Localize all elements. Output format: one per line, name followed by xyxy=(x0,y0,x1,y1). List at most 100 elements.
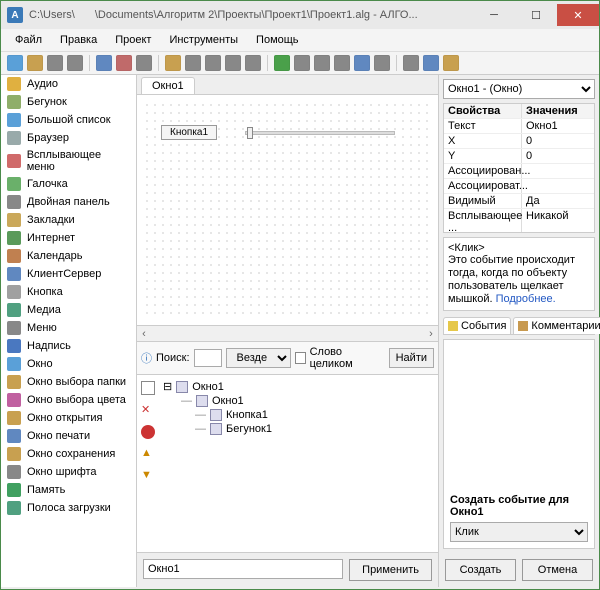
desc-link[interactable]: Подробнее. xyxy=(496,293,556,305)
scroll-left-icon[interactable]: ‹ xyxy=(137,328,151,340)
info-icon[interactable]: ⓘ xyxy=(141,350,152,366)
toolbox-Окно[interactable]: Окно xyxy=(1,355,136,373)
toolbox-Полоса загрузки[interactable]: Полоса загрузки xyxy=(1,499,136,517)
toolbar-btn-12[interactable] xyxy=(274,55,290,71)
search-strip: ⓘ Поиск: Везде Слово целиком Найти xyxy=(137,341,438,375)
tree-node[interactable]: —Окно1 xyxy=(181,394,434,408)
toolbar-btn-16[interactable] xyxy=(354,55,370,71)
toolbox-Окно сохранения[interactable]: Окно сохранения xyxy=(1,445,136,463)
search-input[interactable] xyxy=(194,349,222,367)
toolbox-Окно открытия[interactable]: Окно открытия xyxy=(1,409,136,427)
toolbox-Окно выбора папки[interactable]: Окно выбора папки xyxy=(1,373,136,391)
toolbar-btn-19[interactable] xyxy=(423,55,439,71)
toolbar-btn-9[interactable] xyxy=(205,55,221,71)
prop-row[interactable]: ВидимыйДа xyxy=(444,194,594,209)
tree-node[interactable]: —Бегунок1 xyxy=(195,422,434,436)
toolbox-Меню[interactable]: Меню xyxy=(1,319,136,337)
toolbox-Интернет[interactable]: Интернет xyxy=(1,229,136,247)
toolbar-btn-14[interactable] xyxy=(314,55,330,71)
prop-row[interactable]: X0 xyxy=(444,134,594,149)
toolbox-КлиентСервер[interactable]: КлиентСервер xyxy=(1,265,136,283)
toolbox-Окно выбора цвета[interactable]: Окно выбора цвета xyxy=(1,391,136,409)
menu-Помощь[interactable]: Помощь xyxy=(248,32,307,48)
toolbox-Большой список[interactable]: Большой список xyxy=(1,111,136,129)
design-canvas[interactable]: Кнопка1 xyxy=(137,95,438,325)
find-button[interactable]: Найти xyxy=(389,348,434,368)
tool-select-icon[interactable] xyxy=(141,381,155,395)
toolbox-Окно шрифта[interactable]: Окно шрифта xyxy=(1,463,136,481)
tool-down-icon[interactable]: ▼ xyxy=(141,469,155,483)
tool-record-icon[interactable] xyxy=(141,425,155,439)
object-tree[interactable]: ⊟Окно1 —Окно1—Кнопка1—Бегунок1 xyxy=(159,375,438,552)
toolbar-btn-4[interactable] xyxy=(96,55,112,71)
apply-button[interactable]: Применить xyxy=(349,559,432,581)
toolbar-btn-5[interactable] xyxy=(116,55,132,71)
search-scope[interactable]: Везде xyxy=(226,348,291,368)
prop-row[interactable]: Ассоциироват... xyxy=(444,179,594,194)
canvas-slider1[interactable] xyxy=(245,125,395,141)
toolbar-btn-8[interactable] xyxy=(185,55,201,71)
toolbox[interactable]: АудиоБегунокБольшой списокБраузерВсплыва… xyxy=(1,75,137,587)
tab-events[interactable]: События xyxy=(443,317,511,334)
whole-word-checkbox[interactable] xyxy=(295,352,306,364)
prop-row[interactable]: ТекстОкно1 xyxy=(444,119,594,134)
toolbar-btn-13[interactable] xyxy=(294,55,310,71)
tab-window1[interactable]: Окно1 xyxy=(141,77,195,94)
toolbox-icon xyxy=(7,411,21,425)
toolbox-Галочка[interactable]: Галочка xyxy=(1,175,136,193)
cancel-button[interactable]: Отмена xyxy=(522,559,593,581)
event-combo[interactable]: Клик xyxy=(450,522,588,542)
toolbar-btn-10[interactable] xyxy=(225,55,241,71)
canvas-button1[interactable]: Кнопка1 xyxy=(161,125,217,140)
toolbox-Медиа[interactable]: Медиа xyxy=(1,301,136,319)
tab-comments[interactable]: Комментарии xyxy=(513,317,600,334)
toolbox-Окно печати[interactable]: Окно печати xyxy=(1,427,136,445)
toolbar-btn-20[interactable] xyxy=(443,55,459,71)
object-name-input[interactable] xyxy=(143,559,343,579)
toolbar-btn-0[interactable] xyxy=(7,55,23,71)
prop-header-key: Свойства xyxy=(444,104,522,118)
toolbar-btn-17[interactable] xyxy=(374,55,390,71)
create-button[interactable]: Создать xyxy=(445,559,516,581)
toolbar-btn-1[interactable] xyxy=(27,55,43,71)
h-scrollbar[interactable]: ‹ › xyxy=(137,325,438,341)
name-row: Применить xyxy=(137,552,438,587)
toolbox-Двойная панель[interactable]: Двойная панель xyxy=(1,193,136,211)
tool-delete-icon[interactable]: ✕ xyxy=(141,403,155,417)
prop-row[interactable]: Ассоциирован... xyxy=(444,164,594,179)
maximize-button[interactable]: ☐ xyxy=(515,4,557,26)
toolbox-Бегунок[interactable]: Бегунок xyxy=(1,93,136,111)
toolbar-btn-7[interactable] xyxy=(165,55,181,71)
object-selector[interactable]: Окно1 - (Окно) xyxy=(443,79,595,99)
minimize-button[interactable]: ─ xyxy=(473,4,515,26)
scroll-right-icon[interactable]: › xyxy=(424,328,438,340)
prop-row[interactable]: Y0 xyxy=(444,149,594,164)
menu-Файл[interactable]: Файл xyxy=(7,32,50,48)
tool-up-icon[interactable]: ▲ xyxy=(141,447,155,461)
menu-Правка[interactable]: Правка xyxy=(52,32,105,48)
close-button[interactable]: ✕ xyxy=(557,4,599,26)
slider-thumb[interactable] xyxy=(247,127,253,139)
toolbox-Память[interactable]: Память xyxy=(1,481,136,499)
toolbox-Аудио[interactable]: Аудио xyxy=(1,75,136,93)
toolbar-btn-2[interactable] xyxy=(47,55,63,71)
tree-node[interactable]: —Кнопка1 xyxy=(195,408,434,422)
menu-Инструменты[interactable]: Инструменты xyxy=(161,32,246,48)
toolbox-Всплывающее меню[interactable]: Всплывающее меню xyxy=(1,147,136,175)
tree-root[interactable]: Окно1 xyxy=(192,381,224,393)
toolbox-Кнопка[interactable]: Кнопка xyxy=(1,283,136,301)
property-grid[interactable]: Свойства Значения ТекстОкно1X0Y0Ассоциир… xyxy=(443,103,595,233)
toolbox-Надпись[interactable]: Надпись xyxy=(1,337,136,355)
toolbox-Браузер[interactable]: Браузер xyxy=(1,129,136,147)
toolbar-btn-15[interactable] xyxy=(334,55,350,71)
toolbar-btn-11[interactable] xyxy=(245,55,261,71)
lower-tabs: События Комментарии xyxy=(443,317,595,335)
toolbar-btn-18[interactable] xyxy=(403,55,419,71)
toolbox-Календарь[interactable]: Календарь xyxy=(1,247,136,265)
event-description: <Клик> Это событие происходит тогда, ког… xyxy=(443,237,595,311)
toolbox-Закладки[interactable]: Закладки xyxy=(1,211,136,229)
menu-Проект[interactable]: Проект xyxy=(107,32,159,48)
prop-row[interactable]: Всплывающее ...Никакой xyxy=(444,209,594,233)
toolbar-btn-3[interactable] xyxy=(67,55,83,71)
toolbar-btn-6[interactable] xyxy=(136,55,152,71)
